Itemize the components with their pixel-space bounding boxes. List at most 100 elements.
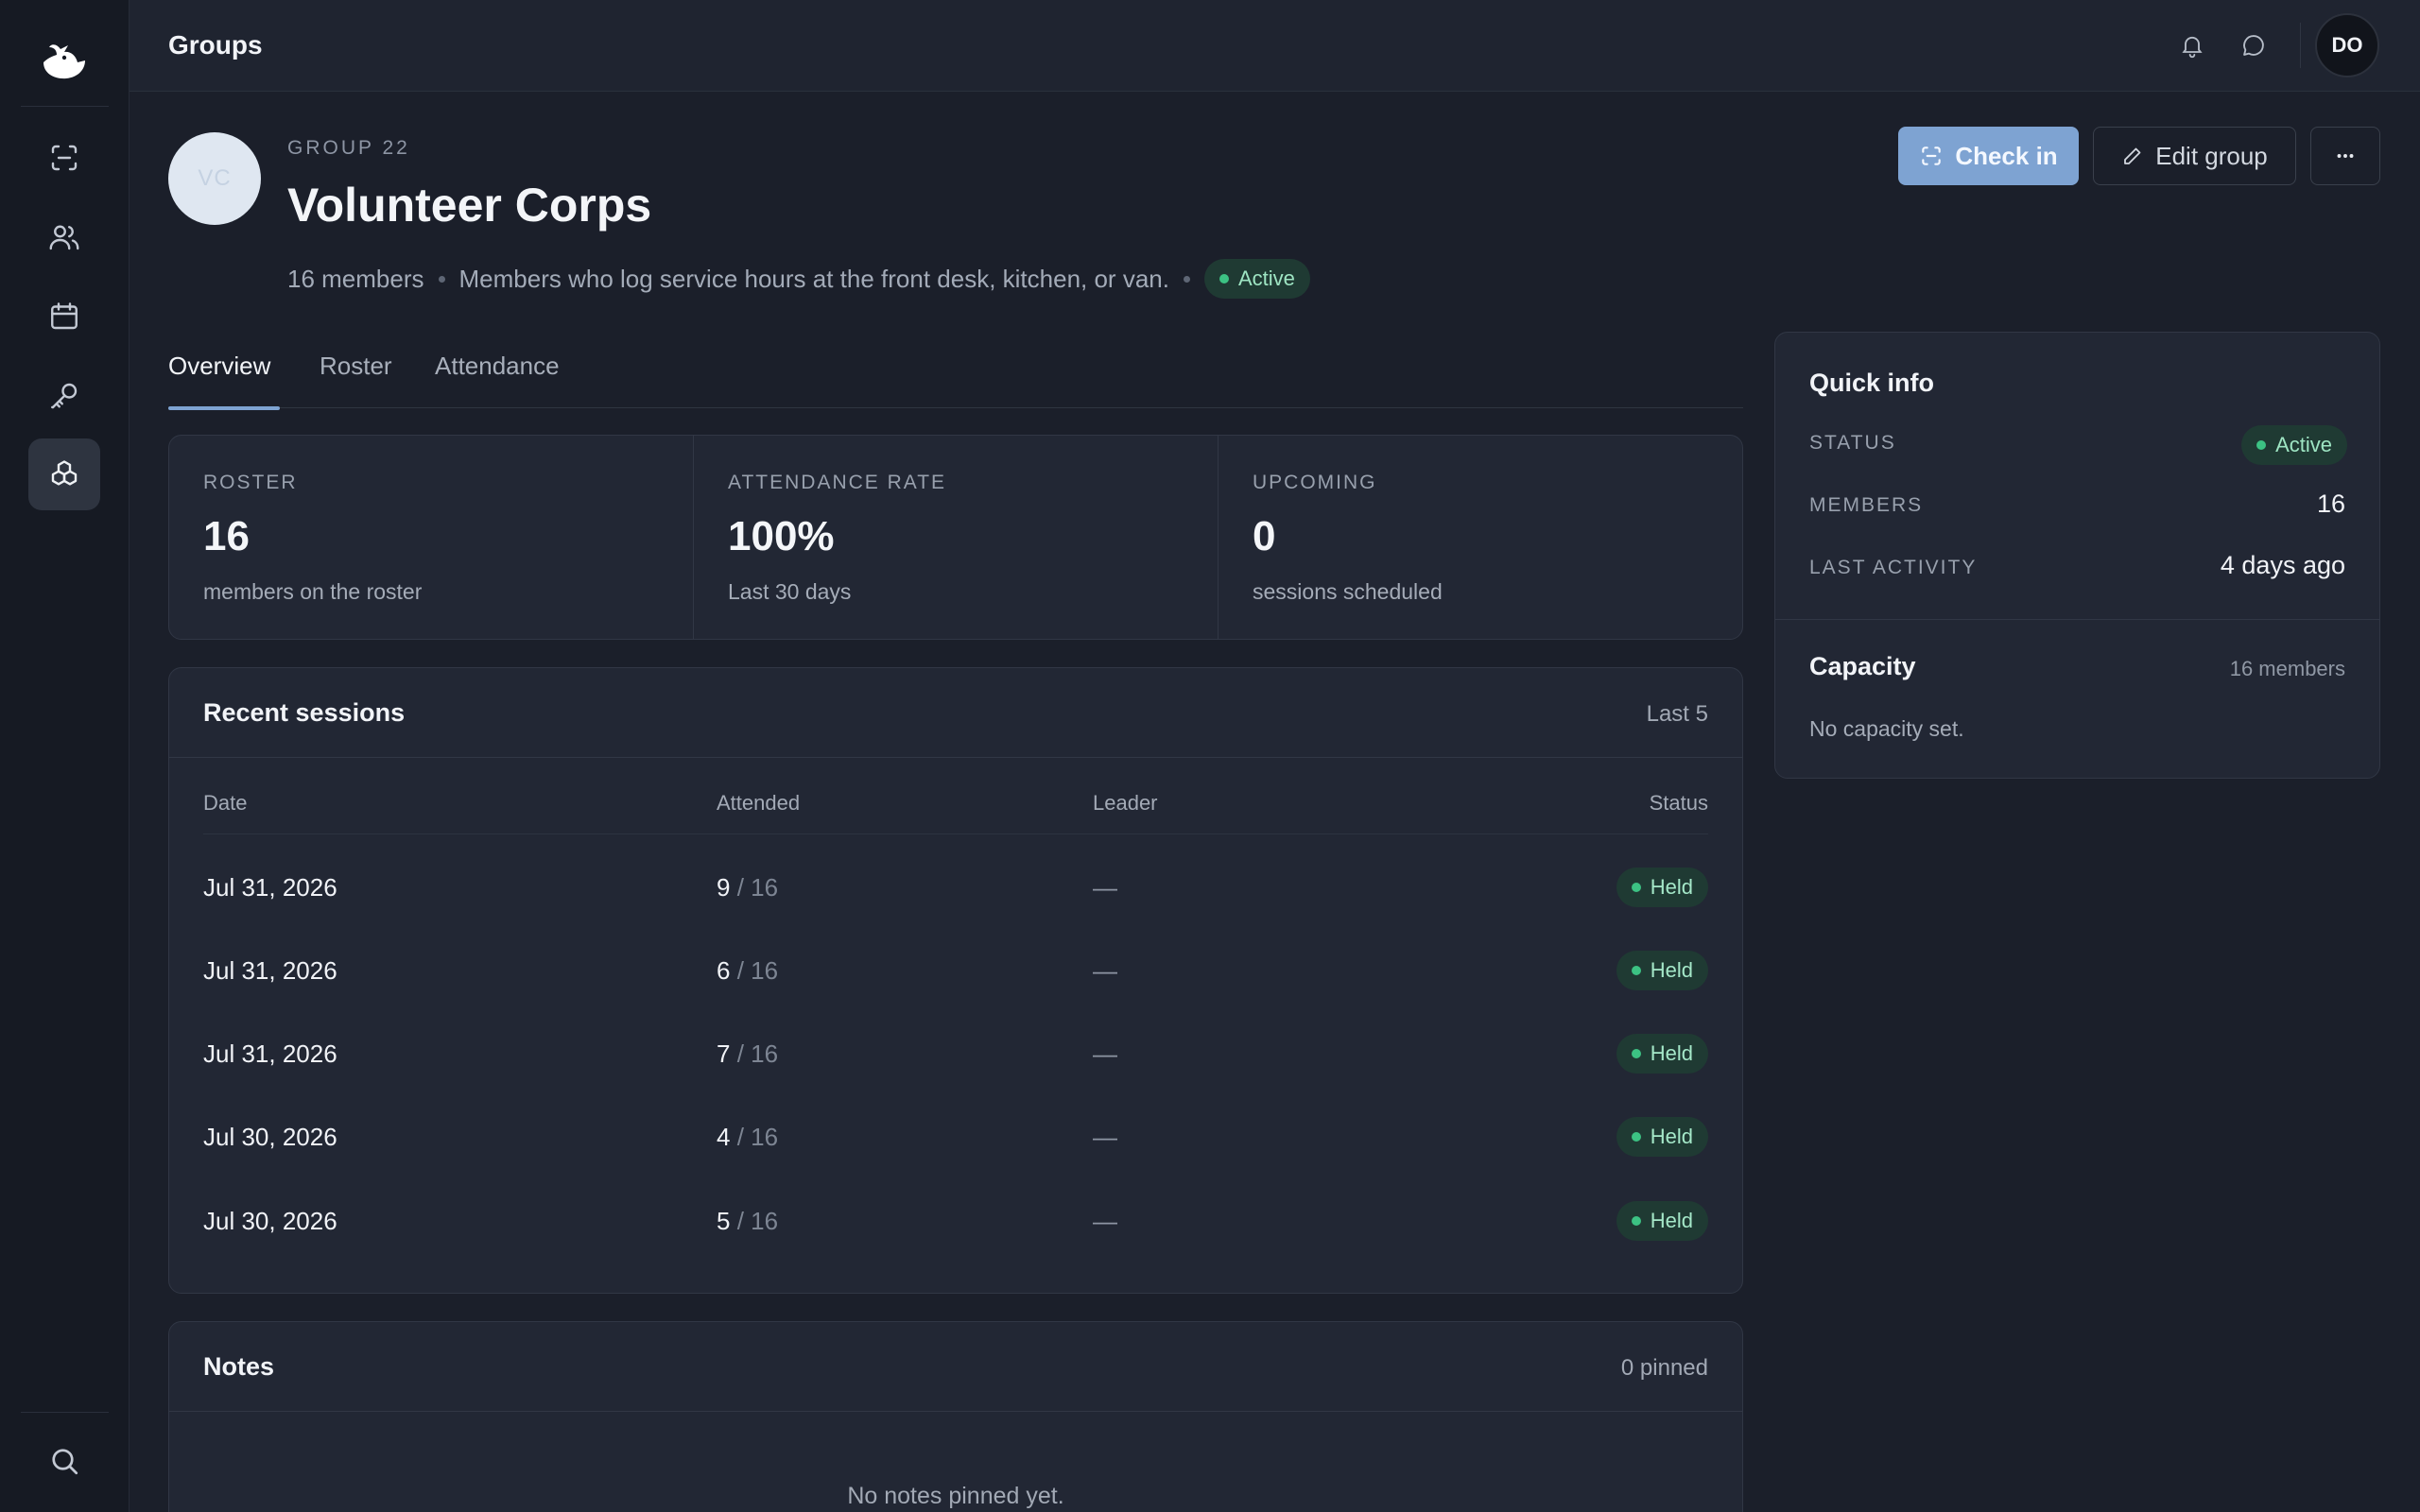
- attended-total: / 16: [736, 1040, 779, 1068]
- sidebar-item-keys[interactable]: [28, 360, 100, 432]
- notifications-button[interactable]: [2173, 26, 2211, 64]
- status-badge-label: Held: [1650, 1041, 1693, 1065]
- status-badge: Held: [1616, 1117, 1708, 1157]
- status-dot: [1631, 883, 1641, 892]
- group-description: Members who log service hours at the fro…: [458, 264, 1169, 293]
- column-header-attended: Attended: [717, 791, 801, 815]
- session-attendance: 9 / 16: [717, 873, 778, 902]
- sidebar-divider: [21, 106, 109, 107]
- session-leader: —: [1093, 1040, 1117, 1068]
- table-row[interactable]: Jul 31, 2026 6 / 16 — Held: [203, 928, 1708, 1011]
- member-count: 16 members: [287, 264, 424, 293]
- column-header-date: Date: [203, 791, 248, 815]
- page-title: Groups: [168, 30, 263, 60]
- card-meta: 0 pinned: [1620, 1355, 1708, 1381]
- session-leader: —: [1093, 1207, 1117, 1235]
- status-badge: Held: [1616, 951, 1708, 990]
- status-badge: Held: [1616, 868, 1708, 907]
- app-root: Groups DO VC GROUP 22 Volunteer Corps 16…: [0, 0, 2420, 1512]
- check-in-button[interactable]: Check in: [1898, 127, 2079, 185]
- recent-sessions-card: Recent sessions Last 5 Date Attended Lea…: [168, 667, 1743, 1294]
- stat-attendance-rate: ATTENDANCE RATE 100% Last 30 days: [694, 436, 1219, 639]
- logo-icon[interactable]: [36, 36, 93, 83]
- status-dot: [1631, 1049, 1641, 1058]
- stat-label: ROSTER: [203, 472, 298, 493]
- attended-total: / 16: [736, 1207, 779, 1235]
- members-value: 16: [2316, 490, 2345, 518]
- status-badge-label: Held: [1650, 1125, 1693, 1148]
- sidebar-item-people[interactable]: [28, 201, 100, 273]
- session-date: Jul 31, 2026: [203, 956, 337, 985]
- capacity-title: Capacity: [1809, 652, 1916, 680]
- table-row[interactable]: Jul 31, 2026 7 / 16 — Held: [203, 1011, 1708, 1094]
- status-badge: Active: [2241, 425, 2347, 465]
- attended-total: / 16: [736, 1123, 779, 1151]
- boxes-icon: [51, 460, 78, 486]
- sidebar-item-groups[interactable]: [28, 438, 100, 510]
- user-avatar[interactable]: DO: [2315, 13, 2379, 77]
- status-badge-label: Held: [1650, 1209, 1693, 1232]
- status-label: STATUS: [1809, 432, 1896, 454]
- session-leader: —: [1093, 873, 1117, 902]
- sidebar-item-calendar[interactable]: [28, 281, 100, 352]
- table-header: Date Attended Leader Status: [203, 791, 1708, 834]
- check-in-label: Check in: [1955, 141, 2058, 170]
- sidebar-search-button[interactable]: [28, 1425, 100, 1497]
- notes-card: Notes 0 pinned No notes pinned yet.: [168, 1321, 1743, 1512]
- pencil-icon: [2124, 147, 2141, 164]
- table-row[interactable]: Jul 31, 2026 9 / 16 — Held: [203, 845, 1708, 928]
- sidebar-item-check-in[interactable]: [28, 122, 100, 194]
- attended-total: / 16: [736, 956, 779, 985]
- session-date: Jul 30, 2026: [203, 1123, 337, 1151]
- session-leader: —: [1093, 956, 1117, 985]
- card-meta: Last 5: [1646, 701, 1708, 727]
- messages-button[interactable]: [2235, 26, 2273, 64]
- bell-icon: [2182, 36, 2203, 59]
- tab-attendance[interactable]: Attendance: [435, 352, 560, 400]
- edit-group-button[interactable]: Edit group: [2093, 127, 2296, 185]
- active-tab-indicator: [168, 406, 280, 410]
- status-badge-label: Active: [2275, 433, 2332, 456]
- stat-value: 100%: [728, 513, 835, 559]
- sidebar: [0, 0, 130, 1512]
- capacity-meta: 16 members: [2229, 657, 2345, 680]
- attended-count: 9: [717, 873, 731, 902]
- topbar: Groups DO: [130, 0, 2420, 92]
- group-name: Volunteer Corps: [287, 179, 652, 232]
- session-attendance: 7 / 16: [717, 1040, 778, 1069]
- table-row[interactable]: Jul 30, 2026 4 / 16 — Held: [203, 1094, 1708, 1177]
- quick-info-title: Quick info: [1809, 369, 1935, 397]
- session-attendance: 4 / 16: [717, 1123, 778, 1152]
- column-header-leader: Leader: [1093, 791, 1158, 815]
- stat-label: UPCOMING: [1253, 472, 1377, 493]
- status-badge: Held: [1616, 1201, 1708, 1241]
- session-attendance: 6 / 16: [717, 956, 778, 986]
- more-actions-button[interactable]: [2310, 127, 2380, 185]
- quick-info-card: Quick info STATUS Active MEMBERS 16 LAST…: [1774, 332, 2380, 779]
- status-badge-label: Held: [1650, 875, 1693, 899]
- tab-overview[interactable]: Overview: [168, 352, 270, 400]
- capacity-text: No capacity set.: [1809, 716, 1964, 741]
- last-activity-label: LAST ACTIVITY: [1809, 557, 1978, 578]
- tab-bar: Overview Roster Attendance: [168, 352, 1743, 410]
- stats-panel: ROSTER 16 members on the roster ATTENDAN…: [168, 435, 1743, 640]
- attended-count: 5: [717, 1207, 731, 1235]
- group-avatar: VC: [168, 132, 261, 225]
- stat-value: 0: [1253, 513, 1276, 559]
- calendar-icon: [51, 302, 78, 330]
- attended-count: 6: [717, 956, 731, 985]
- tab-roster[interactable]: Roster: [320, 352, 392, 400]
- more-horizontal-icon: [2337, 154, 2354, 158]
- group-meta: 16 members Members who log service hours…: [287, 257, 1310, 301]
- card-header: Recent sessions Last 5: [169, 668, 1742, 758]
- chat-bubble-icon: [2243, 35, 2264, 56]
- sidebar-divider: [21, 1412, 109, 1413]
- topbar-divider: [2300, 23, 2301, 68]
- status-dot: [1631, 1216, 1641, 1226]
- group-number: GROUP 22: [287, 137, 410, 159]
- stat-caption: sessions scheduled: [1253, 579, 1443, 604]
- status-dot: [1631, 966, 1641, 975]
- separator-dot: [1183, 275, 1190, 283]
- section-divider: [1775, 619, 2379, 620]
- table-row[interactable]: Jul 30, 2026 5 / 16 — Held: [203, 1178, 1708, 1262]
